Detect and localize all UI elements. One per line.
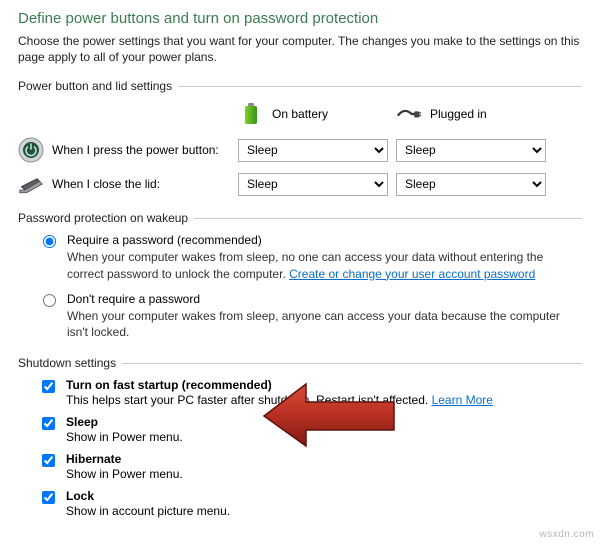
sleep-desc: Show in Power menu. [66, 430, 183, 444]
fast-startup-desc: This helps start your PC faster after sh… [66, 393, 493, 407]
close-lid-row: When I close the lid: Sleep Sleep [18, 171, 582, 197]
lock-checkbox[interactable] [42, 491, 55, 504]
power-button-row: When I press the power button: Sleep Sle… [18, 137, 582, 163]
sleep-checkbox[interactable] [42, 417, 55, 430]
require-password-radio[interactable] [43, 235, 56, 248]
watermark: wsxdn.com [539, 529, 594, 540]
hibernate-checkbox[interactable] [42, 454, 55, 467]
section-power-button-lid: Power button and lid settings [18, 79, 582, 93]
require-password-label: Require a password (recommended) [67, 233, 582, 247]
close-lid-label: When I close the lid: [52, 177, 160, 191]
power-button-icon [18, 137, 44, 163]
page-description: Choose the power settings that you want … [18, 33, 582, 65]
battery-icon [238, 101, 264, 127]
close-lid-plugged-select[interactable]: Sleep [396, 173, 546, 196]
fast-startup-checkbox[interactable] [42, 380, 55, 393]
learn-more-link[interactable]: Learn More [432, 393, 493, 407]
require-password-option: Require a password (recommended) When yo… [38, 233, 582, 281]
lock-desc: Show in account picture menu. [66, 504, 230, 518]
column-headers: On battery Plugged in [18, 101, 582, 127]
fast-startup-item: Turn on fast startup (recommended) This … [38, 378, 582, 407]
no-password-desc: When your computer wakes from sleep, any… [67, 308, 582, 340]
hibernate-desc: Show in Power menu. [66, 467, 183, 481]
sleep-label: Sleep [66, 415, 183, 429]
fast-startup-label: Turn on fast startup (recommended) [66, 378, 493, 392]
lock-label: Lock [66, 489, 230, 503]
power-button-battery-select[interactable]: Sleep [238, 139, 388, 162]
column-battery-label: On battery [272, 107, 328, 121]
sleep-item: Sleep Show in Power menu. [38, 415, 582, 444]
lock-item: Lock Show in account picture menu. [38, 489, 582, 518]
no-password-option: Don't require a password When your compu… [38, 292, 582, 340]
hibernate-label: Hibernate [66, 452, 183, 466]
plug-icon [396, 101, 422, 127]
section-password-protection: Password protection on wakeup [18, 211, 582, 225]
require-password-desc: When your computer wakes from sleep, no … [67, 249, 582, 281]
close-lid-battery-select[interactable]: Sleep [238, 173, 388, 196]
hibernate-item: Hibernate Show in Power menu. [38, 452, 582, 481]
power-button-plugged-select[interactable]: Sleep [396, 139, 546, 162]
page-title: Define power buttons and turn on passwor… [18, 10, 582, 27]
section-shutdown-settings: Shutdown settings [18, 356, 582, 370]
no-password-label: Don't require a password [67, 292, 582, 306]
column-plugged-label: Plugged in [430, 107, 487, 121]
create-password-link[interactable]: Create or change your user account passw… [289, 267, 535, 281]
laptop-lid-icon [18, 171, 44, 197]
power-button-label: When I press the power button: [52, 143, 219, 157]
no-password-radio[interactable] [43, 294, 56, 307]
